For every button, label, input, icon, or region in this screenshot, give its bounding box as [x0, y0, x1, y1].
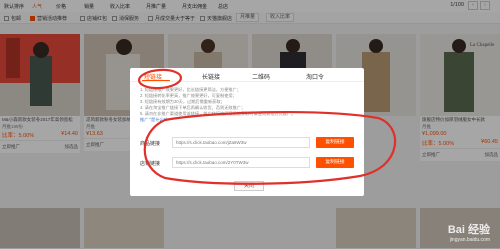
- tab-qrcode[interactable]: 二维码: [252, 72, 270, 81]
- shop-link-label: 店铺链接: [140, 161, 161, 167]
- shop-link-row: 店铺链接 复制链接: [140, 156, 354, 170]
- copy-product-link-button[interactable]: 复制链接: [316, 137, 354, 148]
- active-tab-indicator: [142, 80, 170, 81]
- watermark: Bai 经验 jingyan.baidu.com: [447, 224, 490, 243]
- tab-taokouling[interactable]: 淘口令: [306, 72, 324, 81]
- product-link-row: 商品链接 复制链接: [140, 136, 354, 150]
- help-link[interactable]: 推广 "是什么"？: [140, 117, 356, 123]
- shop-link-field[interactable]: [172, 157, 310, 168]
- link-tabs: 短链接 长链接 二维码 淘口令: [130, 68, 364, 82]
- product-link-label: 商品链接: [140, 141, 161, 147]
- tab-long-link[interactable]: 长链接: [202, 72, 220, 81]
- product-link-field[interactable]: [172, 137, 310, 148]
- link-instructions: 1. 短链接推广效果更好，比长链接更简洁，方便推广； 2. 短链接转化率更高，推…: [140, 87, 356, 123]
- get-link-dialog: 短链接 长链接 二维码 淘口令 1. 短链接推广效果更好，比长链接更简洁，方便推…: [130, 68, 364, 196]
- close-button[interactable]: 关闭: [234, 181, 264, 191]
- copy-shop-link-button[interactable]: 复制链接: [316, 157, 354, 168]
